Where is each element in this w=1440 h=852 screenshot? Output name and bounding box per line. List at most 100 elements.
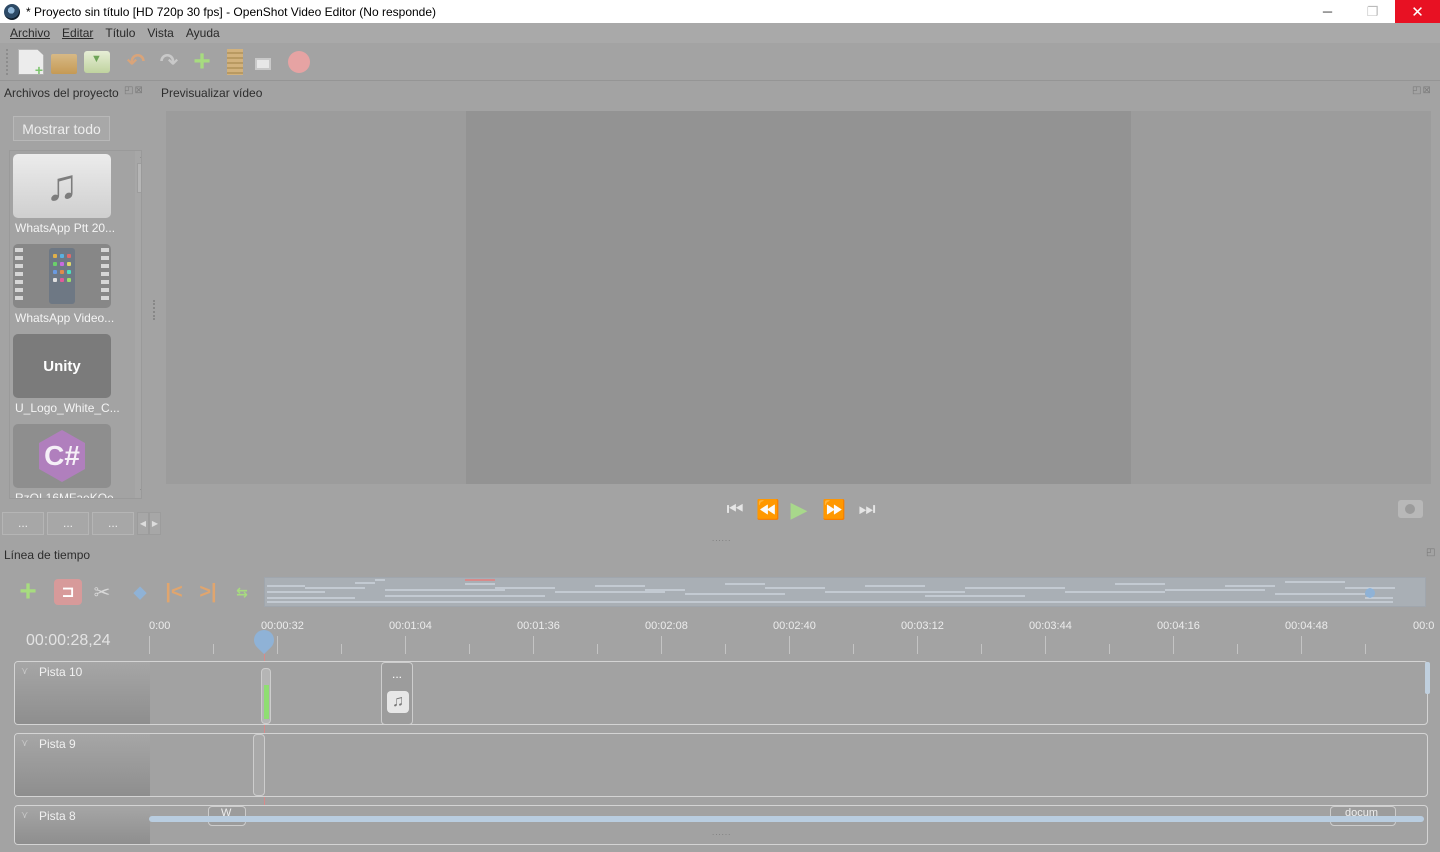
menu-vista[interactable]: Vista [147,26,173,40]
timeline-splitter[interactable]: ...... [712,828,731,837]
openshot-logo-icon [4,3,20,20]
track-pista-9[interactable]: ⋎ Pista 9 [14,733,1428,797]
track-pista-10[interactable]: ⋎ Pista 10 ... ♫ [14,661,1428,725]
collapse-chevron-icon[interactable]: ⋎ [21,738,28,749]
preview-canvas [466,111,1131,484]
add-marker-icon[interactable]: ⬥ [128,580,152,604]
ruler-tick [725,644,726,654]
add-track-icon[interactable]: + [16,575,40,608]
tabs-right-icon[interactable]: ▶ [149,512,161,535]
tabs-left-icon[interactable]: ◀ [137,512,149,535]
track-header[interactable]: ⋎ Pista 8 [15,806,150,844]
clip-menu-button[interactable]: ... [382,667,412,681]
files-tab-3[interactable]: ... [92,512,134,535]
csharp-logo-thumbnail: C# [13,424,111,488]
menu-editar[interactable]: Editar [62,26,93,40]
import-files-icon[interactable]: + [189,45,215,78]
ruler-tick [1045,636,1046,654]
ruler-tick [533,636,534,654]
ruler-label: 00:04:16 [1157,620,1200,632]
file-name: U_Logo_White_C... [15,401,120,415]
open-project-icon[interactable] [51,53,77,74]
clip-small[interactable] [253,734,265,796]
dock-splitter-vertical[interactable] [153,300,156,320]
choose-profile-icon[interactable] [227,48,243,75]
files-tab-bar: ... ... ... ◀ ▶ [2,512,161,535]
scroll-up-icon[interactable]: ▲ [135,151,141,163]
music-note-icon: ♫ [387,691,409,713]
unity-logo-thumbnail: Unity [13,334,111,398]
track-name: Pista 8 [39,809,76,823]
clip-small[interactable] [261,668,271,724]
next-marker-icon[interactable]: >| [196,580,220,604]
timeline-vertical-scrollbar[interactable] [1425,662,1430,694]
audio-waveform [264,685,269,719]
file-name: WhatsApp Ptt 20... [15,221,116,235]
menu-archivo[interactable]: Archivo [10,26,50,40]
track-name: Pista 9 [39,737,76,751]
timeline-horizontal-scrollbar[interactable] [149,816,1424,822]
project-files-list: ♫ WhatsApp Ptt 20... WhatsApp Video... U… [9,150,142,499]
jump-start-icon[interactable]: ⏮ [720,497,746,523]
show-all-button[interactable]: Mostrar todo [13,116,110,141]
track-header[interactable]: ⋎ Pista 10 [15,662,150,724]
timeline-dock-controls[interactable]: ◰ [1426,547,1436,558]
fullscreen-icon[interactable] [255,57,271,70]
snapping-icon[interactable]: ⊐ [54,579,82,605]
project-files-dock-controls[interactable]: ◰⊠ [124,85,144,96]
ruler-tick [277,636,278,654]
new-project-icon[interactable] [18,48,44,75]
files-tab-1[interactable]: ... [2,512,44,535]
center-timeline-icon[interactable]: ⇆ [230,580,254,604]
file-name: WhatsApp Video... [15,311,115,325]
ruler-label: 00:03:12 [901,620,944,632]
toolbar-grip[interactable] [6,48,10,75]
razor-icon[interactable]: ✂ [90,580,114,604]
ruler-label: 00:03:44 [1029,620,1072,632]
redo-icon[interactable]: ↷ [156,49,182,75]
timeline-overview[interactable] [264,577,1426,607]
ruler-tick [1301,636,1302,654]
save-project-icon[interactable] [84,50,110,73]
files-tab-2[interactable]: ... [47,512,89,535]
jump-end-icon[interactable]: ⏭ [852,497,878,523]
menu-ayuda[interactable]: Ayuda [186,26,220,40]
music-note-icon: ♫ [13,154,111,218]
playhead[interactable] [249,625,279,655]
fast-forward-icon[interactable]: ⏩ [819,497,846,523]
rewind-icon[interactable]: ⏪ [753,497,780,523]
project-files-header: Archivos del proyecto [4,86,119,100]
close-button[interactable]: ✕ [1395,0,1440,23]
scrollbar-thumb[interactable] [137,163,141,193]
timeline-ruler[interactable]: 0:00 00:00:32 00:01:04 00:01:36 00:02:08 00:0… [149,618,1434,658]
track-pista-8[interactable]: ⋎ Pista 8 W docum [14,805,1428,845]
camera-icon[interactable] [1398,500,1423,518]
unity-logo-text: Unity [43,357,81,375]
window-title: * Proyecto sin título [HD 720p 30 fps] -… [26,4,437,19]
play-icon[interactable]: ▶ [786,497,812,523]
ruler-label: 00:0 [1413,620,1435,632]
preview-dock-controls[interactable]: ◰⊠ [1412,85,1432,96]
preview-splitter[interactable]: ...... [712,534,731,543]
ruler-label: 00:01:04 [389,620,432,632]
restore-button[interactable]: ❐ [1350,0,1395,23]
audio-clip[interactable]: ... ♫ [381,662,413,724]
preview-header: Previsualizar vídeo [161,86,263,100]
main-toolbar: ↶ ↷ + [0,43,1440,81]
scroll-down-icon[interactable]: ▼ [135,486,141,498]
collapse-chevron-icon[interactable]: ⋎ [21,666,28,677]
ruler-tick [661,636,662,654]
undo-icon[interactable]: ↶ [123,49,149,75]
track-header[interactable]: ⋎ Pista 9 [15,734,150,796]
previous-marker-icon[interactable]: |< [162,580,186,604]
ruler-tick [1173,636,1174,654]
ruler-tick [917,636,918,654]
timeline-overview-graphic [267,579,1395,603]
csharp-hexagon-icon: C# [39,430,85,482]
menu-titulo[interactable]: Título [105,26,135,40]
files-scrollbar[interactable]: ▲ ▼ [135,151,141,498]
minimize-button[interactable]: ─ [1305,0,1350,23]
collapse-chevron-icon[interactable]: ⋎ [21,810,28,821]
export-video-icon[interactable] [288,50,310,73]
ruler-label: 00:02:40 [773,620,816,632]
